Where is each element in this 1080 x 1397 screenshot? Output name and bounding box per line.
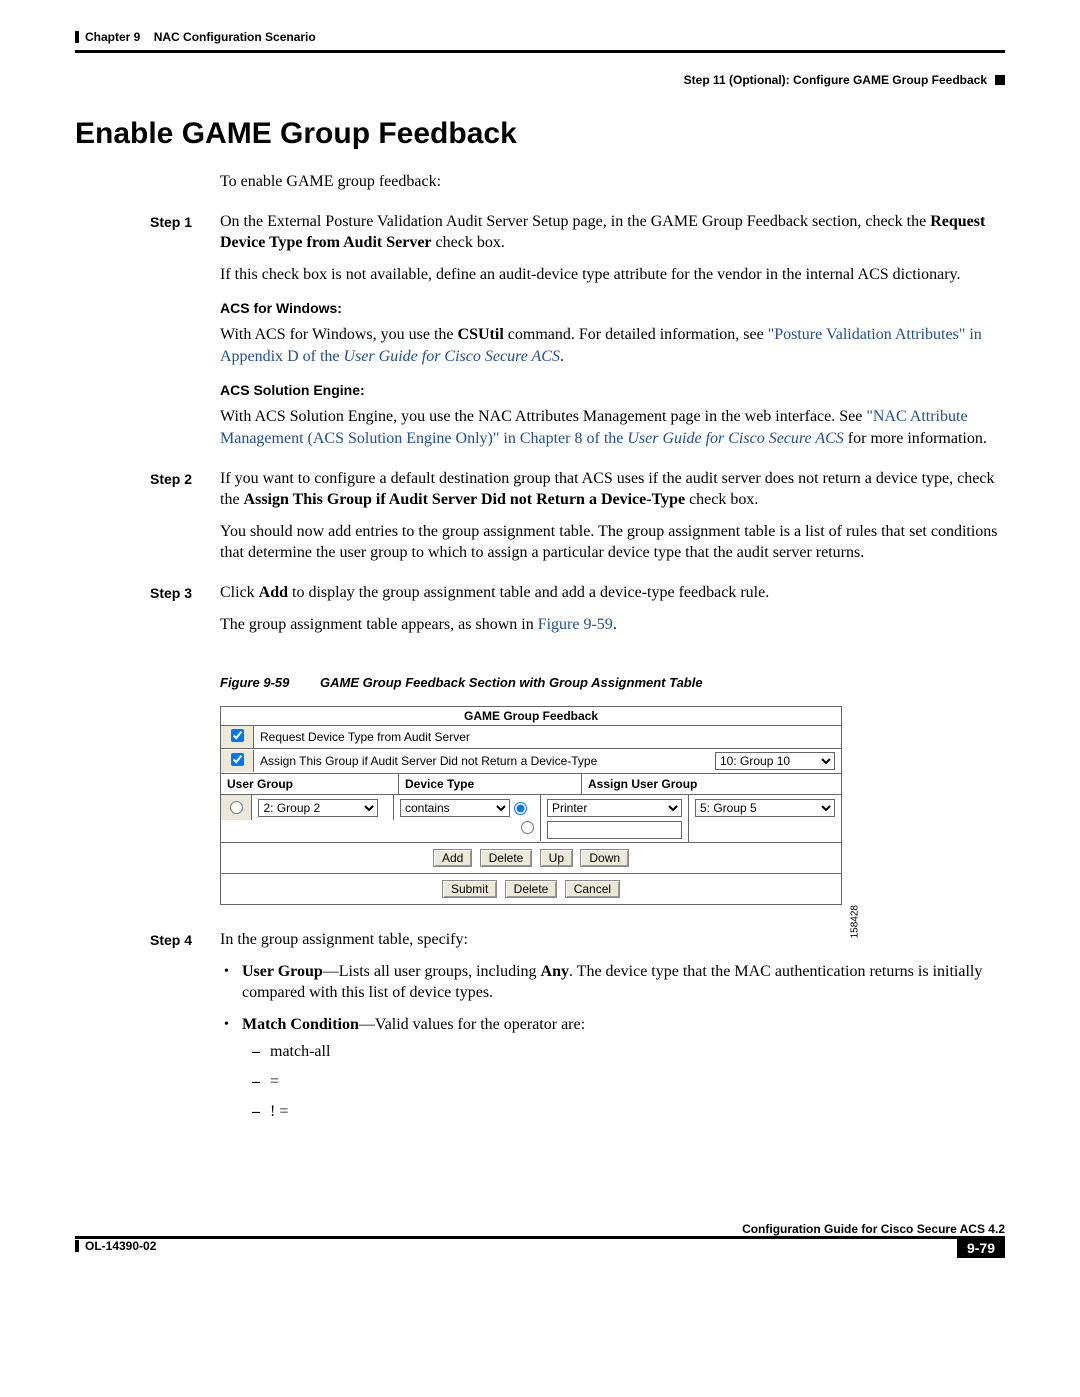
acs-windows-heading: ACS for Windows:: [220, 299, 1005, 318]
step4-dash-neq: ! =: [270, 1101, 1005, 1123]
step1-p1: On the External Posture Validation Audit…: [220, 211, 1005, 254]
fig-title: GAME Group Feedback: [221, 707, 841, 726]
step2-p2: You should now add entries to the group …: [220, 521, 1005, 564]
step2-label: Step 2: [150, 468, 220, 574]
page-title: Enable GAME Group Feedback: [75, 117, 1005, 151]
header-right: Step 11 (Optional): Configure GAME Group…: [684, 73, 1005, 87]
fig-default-group-select[interactable]: 10: Group 10: [715, 752, 835, 770]
figure-id: 158428: [849, 905, 860, 938]
fig-delete2-button[interactable]: Delete: [505, 880, 558, 898]
step4-bullet-match: Match Condition—Valid values for the ope…: [242, 1014, 1005, 1122]
figure-panel: GAME Group Feedback Request Device Type …: [220, 706, 840, 905]
footer-guide: Configuration Guide for Cisco Secure ACS…: [742, 1222, 1005, 1236]
fig-hdr-devicetype: Device Type: [399, 774, 582, 794]
fig-cb-request-label: Request Device Type from Audit Server: [254, 727, 841, 747]
footer-doc-id: OL-14390-02: [75, 1239, 156, 1253]
acs-windows-text: With ACS for Windows, you use the CSUtil…: [220, 324, 1005, 367]
header-left: Chapter 9 NAC Configuration Scenario: [75, 30, 316, 44]
fig-value-select[interactable]: Printer: [547, 799, 682, 817]
fig-delete-button[interactable]: Delete: [480, 849, 533, 867]
figure-ref-link[interactable]: Figure 9-59: [538, 616, 613, 633]
fig-hdr-usergroup: User Group: [221, 774, 399, 794]
acs-solution-heading: ACS Solution Engine:: [220, 381, 1005, 400]
header-mark: [75, 31, 79, 43]
step1-p2: If this check box is not available, defi…: [220, 264, 1005, 286]
fig-operator-select[interactable]: contains: [400, 799, 510, 817]
step3-p1: Click Add to display the group assignmen…: [220, 582, 1005, 604]
fig-submit-button[interactable]: Submit: [442, 880, 497, 898]
fig-cb-request[interactable]: [231, 729, 244, 742]
step4-p1: In the group assignment table, specify:: [220, 929, 1005, 951]
step4-bullet-usergroup: User Group—Lists all user groups, includ…: [242, 961, 1005, 1004]
step4-dash-eq: =: [270, 1071, 1005, 1093]
fig-match-radio-2[interactable]: [521, 821, 534, 834]
fig-match-radio-1[interactable]: [514, 802, 527, 815]
fig-cancel-button[interactable]: Cancel: [565, 880, 620, 898]
fig-cb-assign-label: Assign This Group if Audit Server Did no…: [260, 754, 597, 768]
page-number: 9-79: [957, 1238, 1005, 1258]
fig-cb-assign[interactable]: [231, 753, 244, 766]
step3-label: Step 3: [150, 582, 220, 645]
fig-value-input[interactable]: [547, 821, 682, 839]
step1-label: Step 1: [150, 211, 220, 460]
fig-add-button[interactable]: Add: [433, 849, 472, 867]
fig-usergroup-select[interactable]: 2: Group 2: [258, 799, 378, 817]
step3-p2: The group assignment table appears, as s…: [220, 614, 1005, 636]
step4-label: Step 4: [150, 929, 220, 1132]
fig-hdr-assign: Assign User Group: [582, 774, 841, 794]
intro-text: To enable GAME group feedback:: [220, 171, 1005, 193]
step4-dash-matchall: match-all: [270, 1041, 1005, 1063]
header-square-icon: [995, 75, 1005, 85]
acs-solution-text: With ACS Solution Engine, you use the NA…: [220, 406, 1005, 449]
step2-p1: If you want to configure a default desti…: [220, 468, 1005, 511]
figure-caption: Figure 9-59GAME Group Feedback Section w…: [220, 675, 1005, 690]
fig-up-button[interactable]: Up: [540, 849, 573, 867]
fig-row-radio[interactable]: [230, 801, 243, 814]
fig-down-button[interactable]: Down: [580, 849, 629, 867]
fig-assign-select[interactable]: 5: Group 5: [695, 799, 835, 817]
